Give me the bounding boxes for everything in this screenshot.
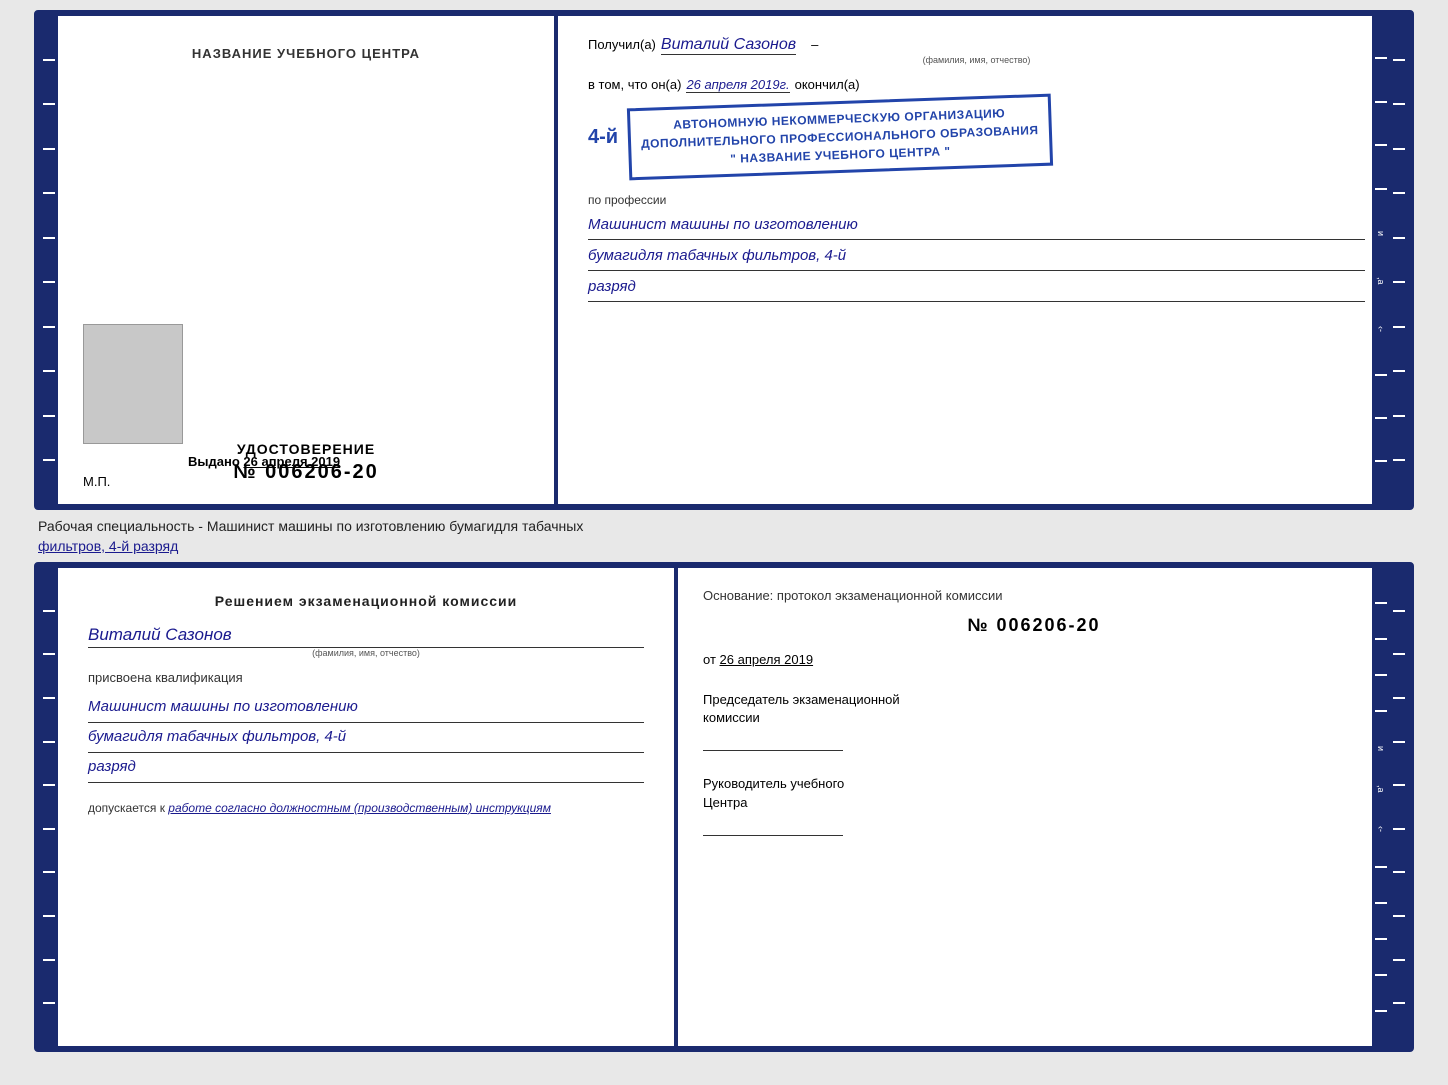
specialty-line1: Рабочая специальность - Машинист машины …	[34, 518, 1414, 534]
prof-line3: разряд	[588, 275, 1365, 302]
org-name-top: НАЗВАНИЕ УЧЕБНОГО ЦЕНТРА	[192, 46, 420, 61]
director-block: Руководитель учебного Центра	[703, 775, 1365, 835]
director-label: Руководитель учебного Центра	[703, 775, 1365, 811]
vtom-line: в том, что он(а) 26 апреля 2019г. окончи…	[588, 77, 1365, 93]
name-bottom: Виталий Сазонов	[88, 625, 644, 648]
right-edge-deco-bottom	[1390, 568, 1408, 1046]
commission-title: Решением экзаменационной комиссии	[88, 593, 644, 609]
issued-date: 26 апреля 2019	[243, 454, 340, 469]
date-prefix: от	[703, 652, 716, 667]
issued-info: Выдано 26 апреля 2019	[188, 454, 340, 469]
stamp-big: 4-й	[588, 126, 618, 149]
name-hint-bottom: (фамилия, имя, отчество)	[88, 648, 644, 658]
assigned-label: присвоена квалификация	[88, 670, 644, 685]
right-edge-deco-top	[1390, 16, 1408, 504]
protocol-date: от 26 апреля 2019	[703, 652, 1365, 667]
stamp-section: 4-й АВТОНОМНУЮ НЕКОММЕРЧЕСКУЮ ОРГАНИЗАЦИ…	[588, 101, 1365, 173]
qual-line3: разряд	[88, 753, 644, 783]
chairman-label: Председатель экзаменационной комиссии	[703, 691, 1365, 727]
right-decoration-bottom: и ,а ‹-	[1372, 568, 1390, 1046]
bottom-certificate: Решением экзаменационной комиссии Витали…	[34, 562, 1414, 1052]
cert-bottom-left-page: Решением экзаменационной комиссии Витали…	[58, 568, 678, 1046]
recipient-hint: (фамилия, имя, отчество)	[588, 55, 1365, 65]
specialty-line2: фильтров, 4-й разряд	[34, 538, 1414, 554]
qual-section: Машинист машины по изготовлению бумагидл…	[88, 693, 644, 783]
chairman-signature-line	[703, 731, 843, 751]
protocol-date-value: 26 апреля 2019	[720, 652, 814, 667]
cert-right-page: Получил(а) Виталий Сазонов – (фамилия, и…	[558, 16, 1390, 504]
photo-placeholder	[83, 324, 183, 444]
received-prefix: Получил(а)	[588, 37, 656, 52]
director-signature-line	[703, 816, 843, 836]
chairman-block: Председатель экзаменационной комиссии	[703, 691, 1365, 751]
protocol-number: № 006206-20	[703, 615, 1365, 636]
vtom-date: 26 апреля 2019г.	[686, 77, 789, 93]
qual-line1: Машинист машины по изготовлению	[88, 693, 644, 723]
mp-label: М.П.	[83, 474, 110, 489]
prof-line1: Машинист машины по изготовлению	[588, 213, 1365, 240]
top-certificate: НАЗВАНИЕ УЧЕБНОГО ЦЕНТРА УДОСТОВЕРЕНИЕ №…	[34, 10, 1414, 510]
stamp-rect: АВТОНОМНУЮ НЕКОММЕРЧЕСКУЮ ОРГАНИЗАЦИЮ ДО…	[627, 94, 1053, 181]
finished-label: окончил(а)	[795, 77, 860, 92]
osnovaniye-label: Основание: протокол экзаменационной коми…	[703, 588, 1365, 603]
right-decoration-top: и ,а ‹-	[1372, 16, 1390, 504]
left-decoration-bottom	[40, 568, 58, 1046]
qual-line2: бумагидля табачных фильтров, 4-й	[88, 723, 644, 753]
cert-bottom-right-page: Основание: протокол экзаменационной коми…	[678, 568, 1390, 1046]
cert-left-page: НАЗВАНИЕ УЧЕБНОГО ЦЕНТРА УДОСТОВЕРЕНИЕ №…	[58, 16, 558, 504]
prof-label: по профессии	[588, 193, 666, 207]
dopuskaetsya-prefix: допускается к	[88, 801, 165, 815]
prof-line2: бумагидля табачных фильтров, 4-й	[588, 244, 1365, 271]
dopuskaetsya-section: допускается к работе согласно должностны…	[88, 801, 644, 815]
recipient-name: Виталий Сазонов	[661, 36, 796, 55]
dopuskaetsya-value: работе согласно должностным (производств…	[168, 801, 551, 815]
vtom-label: в том, что он(а)	[588, 77, 681, 92]
left-decoration	[40, 16, 58, 504]
issued-label: Выдано	[188, 454, 240, 469]
prof-section: по профессии Машинист машины по изготовл…	[588, 191, 1365, 302]
specialty-area: Рабочая специальность - Машинист машины …	[34, 518, 1414, 554]
received-line: Получил(а) Виталий Сазонов –	[588, 36, 1365, 55]
